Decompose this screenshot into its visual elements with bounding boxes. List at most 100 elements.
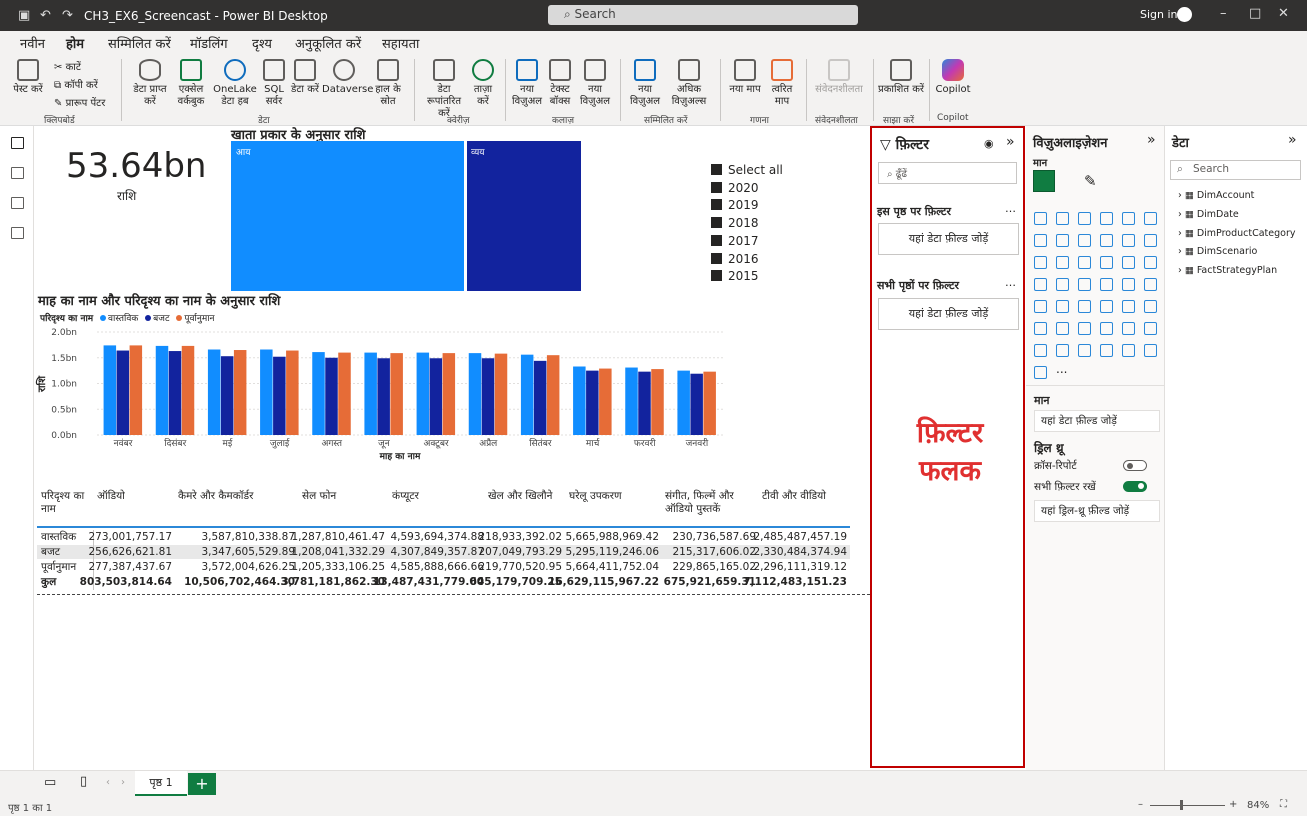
data-table-item[interactable]: › ▦ DimScenario (1178, 246, 1257, 257)
stacked-area-icon[interactable] (1078, 234, 1091, 247)
eye-icon[interactable]: ◉ (984, 137, 994, 150)
bar[interactable] (520, 354, 534, 435)
bar[interactable] (599, 368, 612, 435)
bar[interactable] (103, 345, 117, 435)
collapse-pane-icon[interactable]: » (1288, 132, 1297, 148)
menu-insert[interactable]: सम्मिलित करें (108, 34, 171, 52)
onelake-button[interactable]: OneLake डेटा हब (213, 59, 257, 108)
filled-map-icon[interactable] (1056, 278, 1069, 291)
menu-view[interactable]: दृश्य (252, 34, 272, 52)
all-pages-filters-well[interactable]: यहां डेटा फ़ील्ड जोड़ें (878, 298, 1019, 330)
stacked-bar-icon[interactable] (1034, 212, 1047, 225)
bar[interactable] (442, 353, 456, 435)
copy-button[interactable]: ⧉ कॉपी करें (54, 77, 98, 91)
bar[interactable] (625, 367, 638, 435)
bar[interactable] (325, 357, 338, 435)
collapse-pane-icon[interactable]: » (1147, 132, 1156, 148)
line-column-icon[interactable] (1100, 234, 1113, 247)
donut-icon[interactable] (1122, 256, 1135, 269)
bar[interactable] (116, 350, 130, 435)
bar[interactable] (429, 358, 443, 435)
bar[interactable] (273, 356, 286, 435)
bar[interactable] (703, 371, 716, 435)
report-view-icon[interactable] (11, 137, 24, 149)
zoom-out-icon[interactable]: – (1138, 799, 1143, 810)
bar[interactable] (494, 353, 508, 435)
refresh-button[interactable]: ताज़ा करें (467, 59, 499, 108)
metrics-icon[interactable] (1100, 344, 1113, 357)
bar[interactable] (207, 349, 221, 435)
redo-icon[interactable]: ↷ (62, 8, 73, 23)
treemap-tile[interactable] (231, 141, 464, 291)
bar[interactable] (390, 353, 403, 435)
smart-narrative-icon[interactable] (1122, 322, 1135, 335)
paginated-icon[interactable] (1144, 322, 1157, 335)
bar[interactable] (168, 351, 182, 435)
treemap-tile[interactable] (467, 141, 581, 291)
avatar[interactable] (1177, 7, 1192, 22)
bar[interactable] (181, 345, 195, 435)
matrix-row[interactable]: वास्तविक 273,001,757.17 3,587,810,338.87 1,… (37, 530, 850, 545)
decomposition-tree-icon[interactable] (1122, 278, 1135, 291)
power-automate-icon[interactable] (1078, 344, 1091, 357)
zoom-in-icon[interactable]: + (1229, 799, 1237, 810)
keep-filters-toggle[interactable] (1123, 481, 1147, 492)
bar[interactable] (468, 353, 482, 435)
bar[interactable] (364, 352, 377, 435)
transform-data-button[interactable]: डेटा रूपांतरित करें (420, 59, 468, 120)
quick-measure-button[interactable]: त्वरित माप (765, 59, 799, 108)
data-table-item[interactable]: › ▦ DimDate (1178, 209, 1239, 220)
menu-file[interactable]: नवीन (20, 34, 45, 52)
arcgis-icon[interactable] (1100, 278, 1113, 291)
matrix-total-row[interactable]: कुल 803,503,814.64 10,506,702,464.30 3,781,… (37, 575, 850, 590)
new-measure-button[interactable]: नया माप (725, 59, 765, 96)
multi-row-card-icon[interactable] (1056, 300, 1069, 313)
bar[interactable] (690, 373, 703, 435)
clustered-column-icon[interactable] (1100, 212, 1113, 225)
enter-data-button[interactable]: डेटा करें (291, 59, 319, 96)
bar[interactable] (286, 350, 299, 435)
ribbon-icon[interactable] (1144, 234, 1157, 247)
r-visual-icon[interactable] (1034, 322, 1047, 335)
values-well[interactable]: यहां डेटा फ़ील्ड जोड़ें (1034, 410, 1160, 432)
bar[interactable] (260, 349, 273, 435)
bar[interactable] (312, 352, 325, 435)
line-icon[interactable] (1034, 234, 1047, 247)
more-options-icon[interactable]: … (1005, 276, 1016, 289)
sign-in-link[interactable]: Sign in (1140, 8, 1178, 21)
bar[interactable] (377, 358, 390, 435)
desktop-layout-icon[interactable]: ▭ (44, 775, 56, 790)
slicer-icon[interactable] (1100, 300, 1113, 313)
clustered-bar-icon[interactable] (1078, 212, 1091, 225)
format-painter-button[interactable]: ✎ प्रारूप पेंटर (54, 95, 105, 109)
scroll-left-icon[interactable]: ‹ (106, 777, 110, 788)
cut-button[interactable]: ✂ काटें (54, 59, 81, 73)
sensitivity-button[interactable]: संवेदनशीलता (810, 59, 868, 96)
key-influencers-icon[interactable] (1078, 322, 1091, 335)
bar[interactable] (677, 370, 690, 435)
arrow-icon[interactable] (1034, 366, 1047, 379)
more-options-icon[interactable]: … (1005, 202, 1016, 215)
table-icon[interactable] (1122, 300, 1135, 313)
dataverse-button[interactable]: Dataverse (322, 59, 373, 96)
data-table-item[interactable]: › ▦ DimAccount (1178, 190, 1254, 201)
trophy-icon[interactable] (1034, 344, 1047, 357)
azure-map-icon[interactable] (1078, 278, 1091, 291)
power-apps-icon[interactable] (1056, 344, 1069, 357)
slicer-item[interactable]: 2015 (711, 269, 759, 283)
table-view-icon[interactable] (11, 167, 24, 179)
qa-icon[interactable] (1100, 322, 1113, 335)
search-box[interactable]: ⌕ Search (548, 5, 858, 25)
undo-icon[interactable]: ↶ (40, 8, 51, 23)
dax-query-view-icon[interactable] (11, 227, 24, 239)
add-page-button[interactable]: + (188, 773, 216, 795)
more-visuals-small-button[interactable]: नया विज़ुअल (578, 59, 612, 108)
gauge-icon[interactable] (1144, 278, 1157, 291)
menu-help[interactable]: सहायता (382, 34, 419, 52)
menu-optimize[interactable]: अनुकूलित करें (295, 34, 361, 52)
area-icon[interactable] (1056, 234, 1069, 247)
bar[interactable] (546, 355, 560, 435)
bar[interactable] (129, 345, 143, 435)
bar[interactable] (416, 352, 430, 435)
line-clustered-icon[interactable] (1122, 234, 1135, 247)
